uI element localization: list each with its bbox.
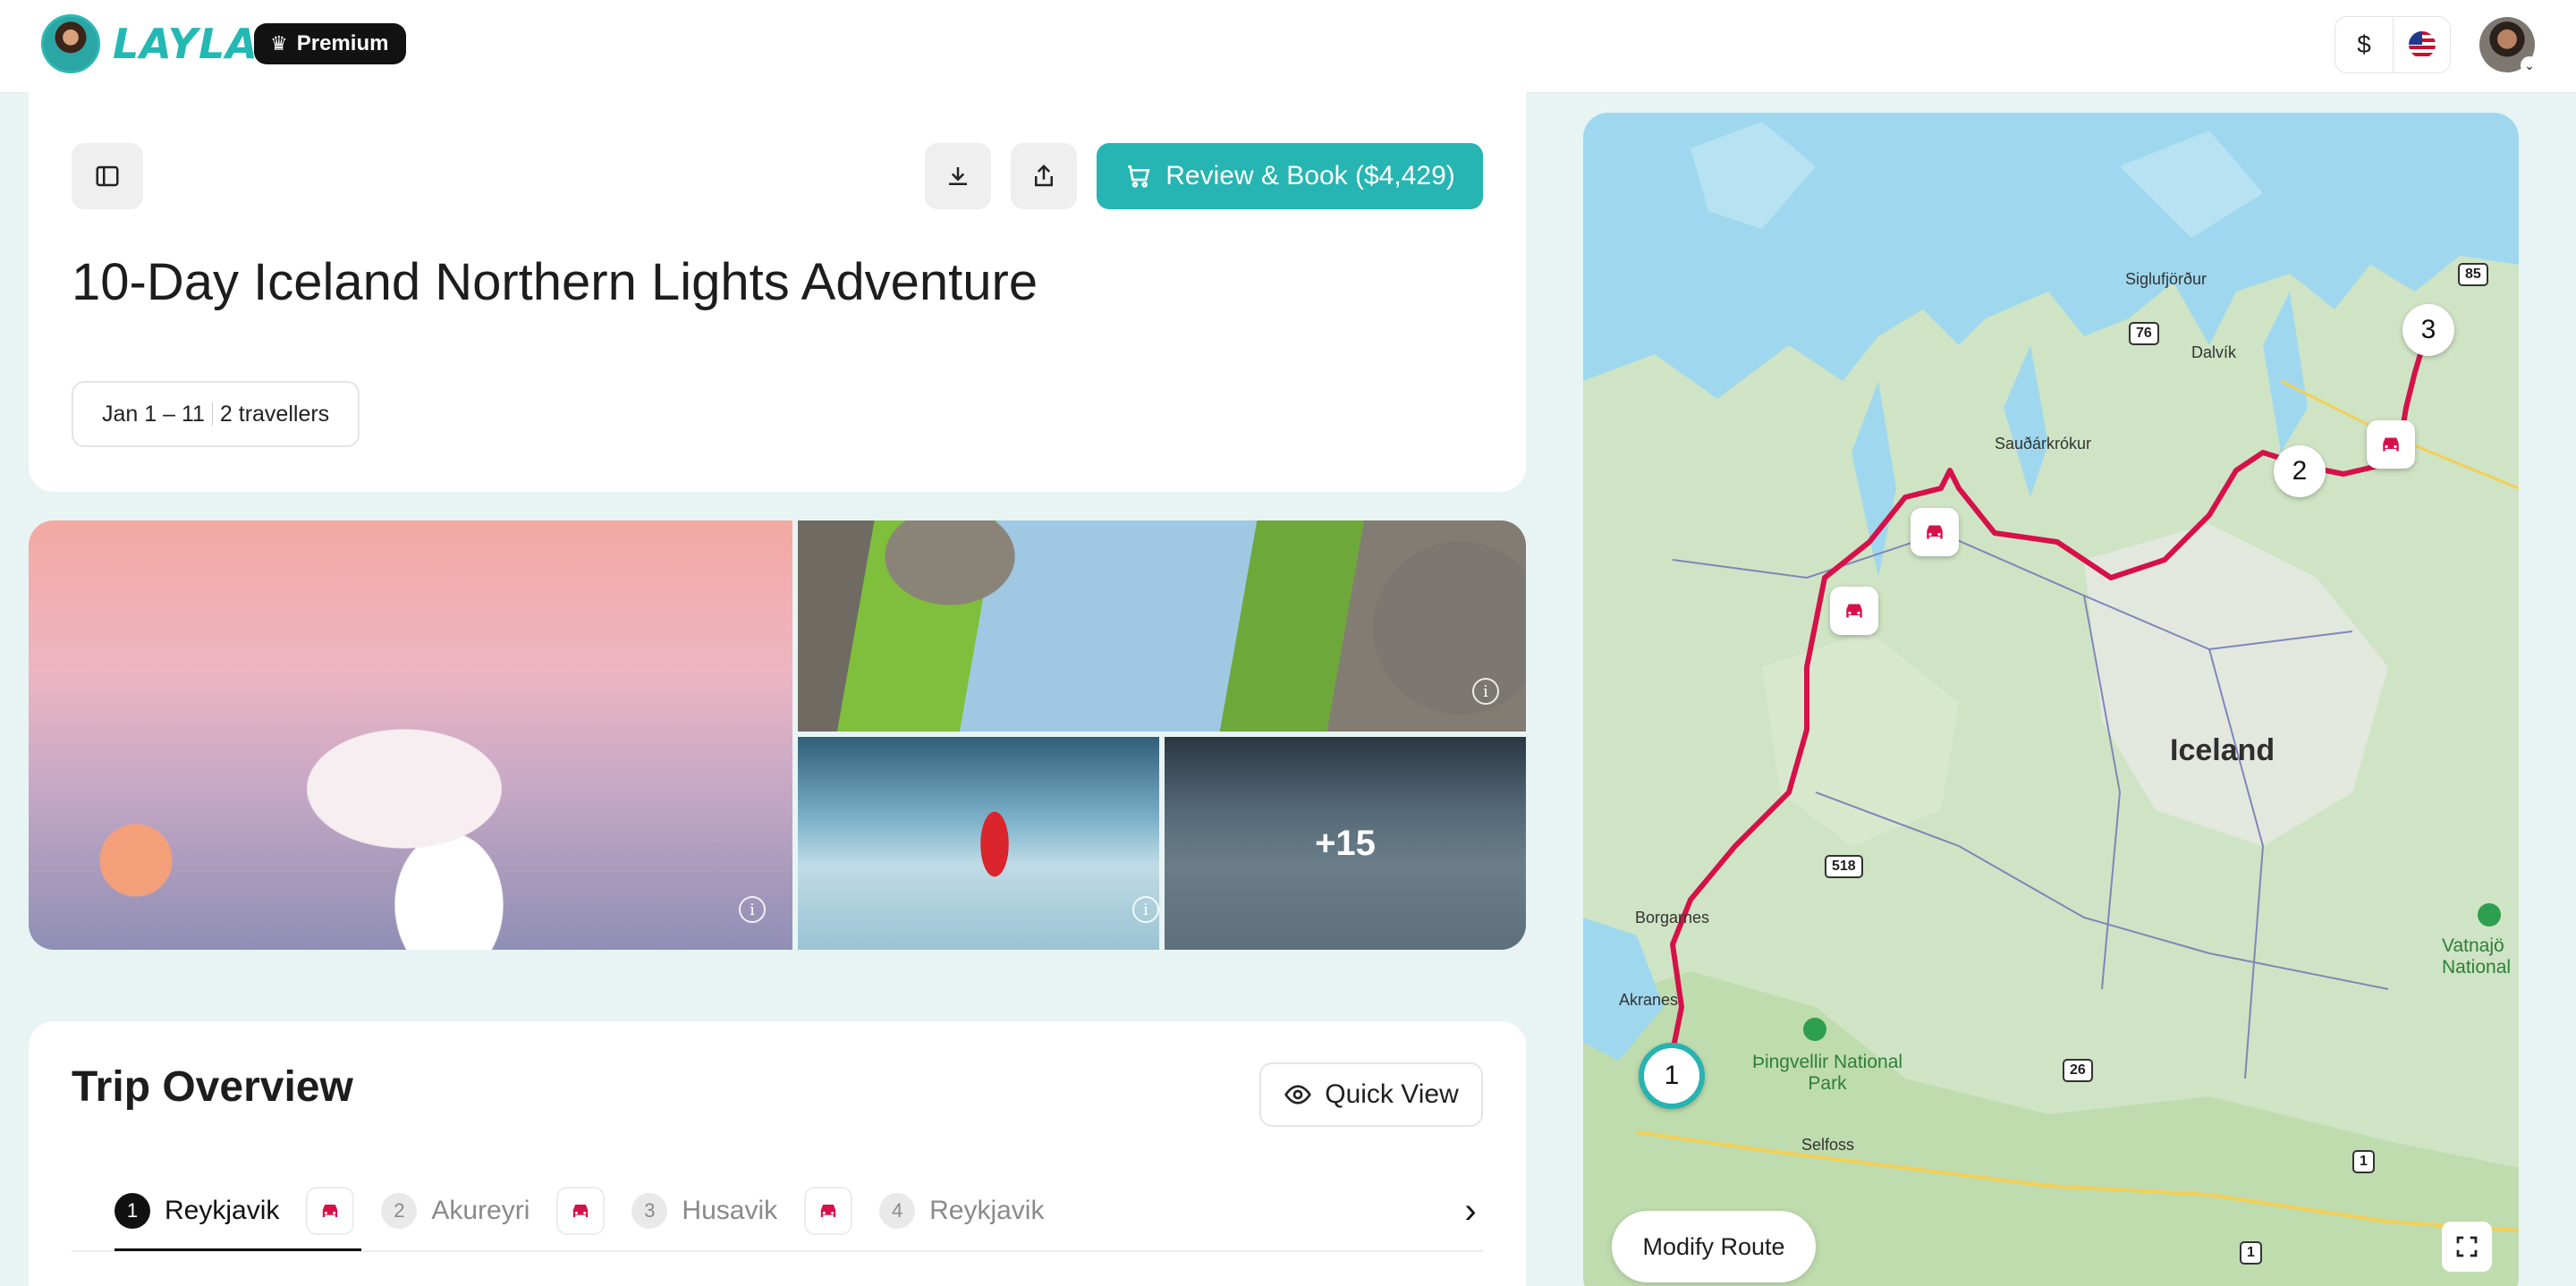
route-car-marker[interactable] — [1830, 587, 1878, 635]
road-shield: 1 — [2352, 1150, 2375, 1173]
map-place-label: Siglufjörður — [2125, 270, 2207, 288]
crown-icon: ♛ — [270, 32, 288, 55]
brand-wordmark: LAYLA — [113, 20, 258, 68]
drive-leg-button[interactable] — [306, 1187, 355, 1235]
stop-tab-akureyri[interactable]: 2 Akureyri — [381, 1193, 530, 1229]
drive-leg-button[interactable] — [804, 1187, 853, 1235]
brand[interactable]: LAYLA — [41, 14, 258, 73]
car-icon — [820, 1205, 836, 1217]
download-button[interactable] — [925, 143, 991, 209]
active-tab-underline — [114, 1248, 361, 1251]
quick-view-button[interactable]: Quick View — [1259, 1062, 1483, 1127]
trip-dates-travellers-button[interactable]: Jan 1 – 11 2 travellers — [72, 381, 360, 447]
road-shield: 76 — [2129, 322, 2159, 345]
route-car-marker[interactable] — [2367, 420, 2415, 469]
map-place-label: Borgarnes — [1635, 909, 1710, 926]
road-shield: 1 — [2240, 1241, 2262, 1265]
map-base — [1583, 122, 2519, 1286]
chevron-down-icon: ⌄ — [2521, 56, 2538, 74]
trip-header-card: Review & Book ($4,429) 10-Day Iceland No… — [29, 86, 1526, 492]
sidebar-toggle-button[interactable] — [72, 143, 143, 209]
map-place-label: Sauðárkrókur — [1995, 435, 2092, 453]
gallery-photo-ice-skating[interactable]: i — [798, 737, 1159, 950]
top-bar: LAYLA ♛ Premium $ ⌄ — [0, 0, 2576, 93]
info-icon[interactable]: i — [1132, 896, 1159, 923]
gallery-photo-glacier[interactable]: +15 — [1165, 737, 1526, 950]
stop-name: Reykjavik — [165, 1196, 280, 1225]
map-place-label: Vatnajö National — [2442, 935, 2512, 977]
premium-label: Premium — [296, 31, 389, 55]
stop-tab-reykjavik-return[interactable]: 4 Reykjavik — [879, 1193, 1044, 1229]
sidebar-icon — [96, 165, 119, 187]
road-shield: 518 — [1825, 855, 1863, 878]
road-shield: 85 — [2458, 263, 2488, 286]
more-photos-count: +15 — [1165, 737, 1526, 950]
trip-travellers: 2 travellers — [219, 401, 330, 427]
review-book-button[interactable]: Review & Book ($4,429) — [1097, 143, 1483, 209]
itinerary-stops: 1 Reykjavik 2 Akureyri 3 Husavik 4 Reykj… — [114, 1182, 1044, 1239]
trip-title: 10-Day Iceland Northern Lights Adventure — [72, 253, 1038, 311]
stop-number: 4 — [879, 1193, 916, 1229]
route-stop-pin[interactable]: 3 — [2402, 304, 2454, 356]
gallery-photo-river-gorge[interactable]: i — [798, 520, 1526, 732]
stop-number: 1 — [114, 1193, 150, 1229]
currency-button[interactable]: $ — [2335, 17, 2393, 72]
stop-name: Akureyri — [431, 1196, 530, 1225]
map-place-label: Þingvellir National Park — [1751, 1052, 1903, 1094]
car-icon — [2383, 437, 2399, 452]
stop-name: Reykjavik — [929, 1196, 1045, 1225]
photo-gallery: i i i +15 — [29, 520, 1526, 950]
locale-switcher: $ — [2334, 16, 2451, 73]
review-book-label: Review & Book ($4,429) — [1165, 161, 1455, 190]
stop-name: Husavik — [682, 1196, 778, 1225]
route-map[interactable]: Siglufjörður Dalvík Sauðárkrókur Borgarn… — [1583, 113, 2519, 1286]
header-actions: $ ⌄ — [2334, 16, 2538, 74]
modify-route-button[interactable]: Modify Route — [1612, 1211, 1816, 1282]
stop-tab-husavik[interactable]: 3 Husavik — [631, 1193, 777, 1229]
car-icon — [573, 1205, 589, 1217]
fullscreen-button[interactable] — [2442, 1222, 2492, 1272]
car-icon — [323, 1205, 338, 1217]
map-place-label: Akranes — [1619, 991, 1679, 1009]
map-place-label: Dalvík — [2191, 343, 2237, 361]
stop-number: 3 — [631, 1193, 668, 1229]
info-icon[interactable]: i — [1472, 678, 1499, 705]
car-icon — [1846, 604, 1862, 618]
stop-tab-reykjavik[interactable]: 1 Reykjavik — [114, 1193, 279, 1229]
divider — [211, 402, 213, 426]
trip-overview-title: Trip Overview — [72, 1063, 353, 1111]
drive-leg-button[interactable] — [556, 1187, 606, 1235]
share-icon — [1035, 164, 1053, 187]
language-button[interactable] — [2393, 17, 2450, 72]
trip-dates: Jan 1 – 11 — [102, 401, 205, 427]
road-shield: 26 — [2063, 1059, 2093, 1082]
gallery-photo-swans[interactable]: i — [29, 520, 792, 950]
route-stop-pin[interactable]: 1 — [1639, 1043, 1705, 1109]
fullscreen-icon — [2456, 1236, 2478, 1257]
route-car-marker[interactable] — [1911, 508, 1959, 556]
user-avatar[interactable]: ⌄ — [2479, 17, 2538, 74]
car-icon — [1927, 525, 1943, 539]
share-button[interactable] — [1011, 143, 1077, 209]
cart-icon — [1128, 165, 1150, 188]
stop-number: 2 — [381, 1193, 418, 1229]
map-country-label: Iceland — [2170, 733, 2275, 767]
route-stop-pin[interactable]: 2 — [2274, 445, 2326, 497]
download-icon — [949, 167, 967, 185]
eye-icon — [1284, 1085, 1312, 1104]
quick-view-label: Quick View — [1325, 1079, 1459, 1109]
map-place-label: Selfoss — [1801, 1136, 1855, 1154]
premium-badge[interactable]: ♛ Premium — [254, 23, 407, 64]
park-poi-icon[interactable] — [2478, 903, 2501, 926]
trip-overview-card: Trip Overview Quick View 1 Reykjavik 2 A… — [29, 1021, 1526, 1286]
layla-avatar-logo — [41, 14, 100, 73]
park-poi-icon[interactable] — [1803, 1018, 1826, 1041]
us-flag-icon — [2408, 31, 2436, 58]
chevron-right-icon[interactable]: › — [1449, 1189, 1492, 1232]
info-icon[interactable]: i — [739, 896, 766, 923]
